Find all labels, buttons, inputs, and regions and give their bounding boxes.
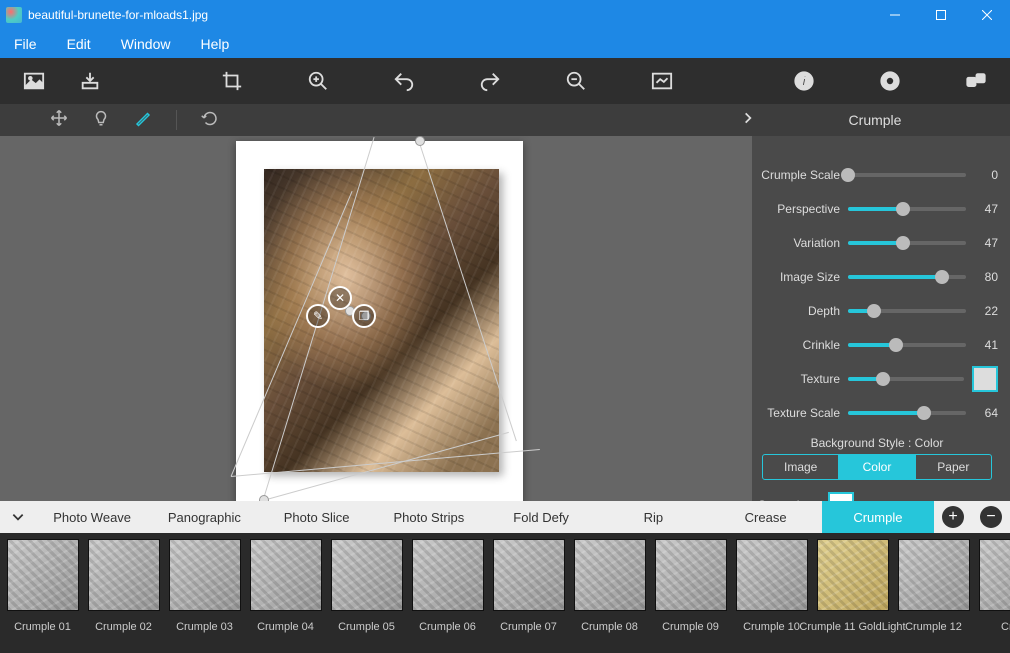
image_size-value: 80	[974, 270, 998, 284]
zoom-in-icon[interactable]	[304, 67, 332, 95]
window-title: beautiful-brunette-for-mloads1.jpg	[28, 8, 872, 22]
bg-style-paper[interactable]: Paper	[916, 455, 991, 479]
preset-item[interactable]: Crumple 02	[85, 539, 162, 641]
minimize-button[interactable]	[872, 0, 918, 30]
canvas-toolbar: Crumple	[0, 104, 1010, 136]
tab-crease[interactable]: Crease	[710, 501, 822, 533]
texture_scale-value: 64	[974, 406, 998, 420]
crinkle-label: Crinkle	[756, 338, 840, 352]
preset-item[interactable]: Crumple 06	[409, 539, 486, 641]
tab-photo-slice[interactable]: Photo Slice	[261, 501, 373, 533]
tab-panographic[interactable]: Panographic	[148, 501, 260, 533]
open-image-icon[interactable]	[20, 67, 48, 95]
preset-item[interactable]: Crumple 01	[4, 539, 81, 641]
menu-help[interactable]: Help	[194, 34, 235, 54]
tab-photo-strips[interactable]: Photo Strips	[373, 501, 485, 533]
overlay-edit-icon[interactable]: ✎	[306, 304, 330, 328]
texture_scale-slider[interactable]	[848, 411, 966, 415]
save-icon[interactable]	[76, 67, 104, 95]
depth-value: 22	[974, 304, 998, 318]
crumple_scale-label: Crumple Scale	[756, 168, 840, 182]
preset-item[interactable]: Crumple 11 GoldLight	[814, 539, 891, 641]
perspective-label: Perspective	[756, 202, 840, 216]
tab-photo-weave[interactable]: Photo Weave	[36, 501, 148, 533]
move-tool-icon[interactable]	[50, 109, 68, 132]
zoom-out-icon[interactable]	[562, 67, 590, 95]
properties-panel: Crumple Scale 0 Perspective 47 Variation 47 Im…	[752, 136, 1010, 501]
preset-item[interactable]: Crum	[976, 539, 1010, 641]
menu-file[interactable]: File	[8, 34, 43, 54]
add-preset-button[interactable]: +	[934, 501, 972, 533]
tab-fold-defy[interactable]: Fold Defy	[485, 501, 597, 533]
preset-strip[interactable]: Crumple 01Crumple 02Crumple 03Crumple 04…	[0, 533, 1010, 653]
category-dropdown-icon[interactable]	[0, 501, 36, 533]
variation-slider[interactable]	[848, 241, 966, 245]
depth-label: Depth	[756, 304, 840, 318]
perspective-value: 47	[974, 202, 998, 216]
collapse-panel-icon[interactable]	[741, 111, 755, 130]
canvas-area[interactable]: ✕ ✎ ❐	[0, 136, 752, 501]
undo-icon[interactable]	[390, 67, 418, 95]
close-button[interactable]	[964, 0, 1010, 30]
bg-style-color[interactable]: Color	[839, 455, 915, 479]
remove-preset-button[interactable]: −	[972, 501, 1010, 533]
perspective-slider[interactable]	[848, 207, 966, 211]
preset-item[interactable]: Crumple 03	[166, 539, 243, 641]
menu-edit[interactable]: Edit	[61, 34, 97, 54]
overlay-copy-icon[interactable]: ❐	[352, 304, 376, 328]
texture_scale-label: Texture Scale	[756, 406, 840, 420]
menubar: File Edit Window Help	[0, 30, 1010, 58]
crumple_scale-value: 0	[974, 168, 998, 182]
preset-item[interactable]: Crumple 05	[328, 539, 405, 641]
texture-label: Texture	[756, 372, 840, 386]
preset-item[interactable]: Crumple 12	[895, 539, 972, 641]
panel-title: Crumple	[770, 112, 980, 128]
brush-tool-icon[interactable]	[134, 109, 152, 132]
crumple_scale-slider[interactable]	[848, 173, 966, 177]
bg-style-segment: Image Color Paper	[762, 454, 992, 480]
light-tool-icon[interactable]	[92, 109, 110, 132]
preset-item[interactable]: Crumple 08	[571, 539, 648, 641]
maximize-button[interactable]	[918, 0, 964, 30]
titlebar: beautiful-brunette-for-mloads1.jpg	[0, 0, 1010, 30]
preset-item[interactable]: Crumple 04	[247, 539, 324, 641]
main-content: ✕ ✎ ❐ Crumple Scale 0 Perspective 47 Variati…	[0, 136, 1010, 501]
random-icon[interactable]	[962, 67, 990, 95]
depth-slider[interactable]	[848, 309, 966, 313]
bg-style-heading: Background Style : Color	[756, 436, 998, 450]
variation-label: Variation	[756, 236, 840, 250]
fit-screen-icon[interactable]	[648, 67, 676, 95]
info-icon[interactable]: i	[790, 67, 818, 95]
strength-label: Strength	[756, 498, 812, 501]
image_size-slider[interactable]	[848, 275, 966, 279]
preset-item[interactable]: Crumple 09	[652, 539, 729, 641]
image_size-label: Image Size	[756, 270, 840, 284]
bg-color-swatch[interactable]	[828, 492, 854, 501]
preset-item[interactable]: Crumple 07	[490, 539, 567, 641]
tab-rip[interactable]: Rip	[597, 501, 709, 533]
settings-icon[interactable]	[876, 67, 904, 95]
overlay-close-icon[interactable]: ✕	[328, 286, 352, 310]
app-icon	[6, 7, 22, 23]
separator	[176, 110, 177, 130]
redo-icon[interactable]	[476, 67, 504, 95]
control-handle[interactable]	[415, 136, 425, 146]
main-toolbar: i	[0, 58, 1010, 104]
texture-slider[interactable]	[848, 377, 964, 381]
svg-text:i: i	[802, 74, 806, 89]
variation-value: 47	[974, 236, 998, 250]
tab-crumple[interactable]: Crumple	[822, 501, 934, 533]
crinkle-value: 41	[974, 338, 998, 352]
photo-preview	[264, 169, 499, 472]
crinkle-slider[interactable]	[848, 343, 966, 347]
control-handle[interactable]	[259, 495, 269, 501]
category-tabs: Photo WeavePanographicPhoto SlicePhoto S…	[0, 501, 1010, 533]
texture-swatch[interactable]	[972, 366, 998, 392]
crop-icon[interactable]	[218, 67, 246, 95]
bg-style-image[interactable]: Image	[763, 455, 839, 479]
menu-window[interactable]: Window	[115, 34, 177, 54]
reset-tool-icon[interactable]	[201, 109, 219, 132]
